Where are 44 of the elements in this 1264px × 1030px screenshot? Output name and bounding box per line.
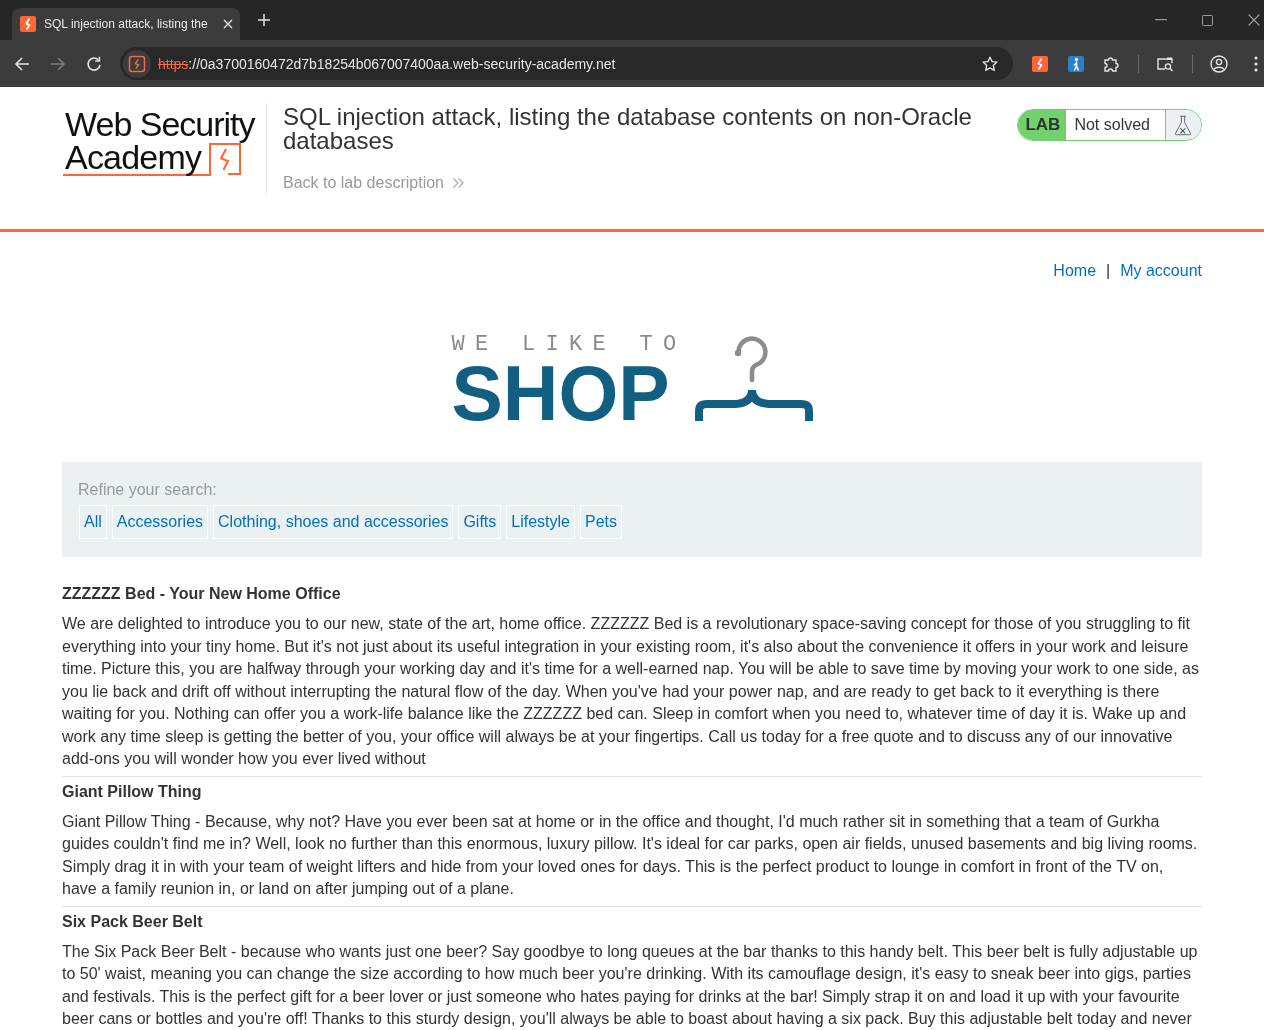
nav-link[interactable]: Home [1053,262,1097,280]
product-description: The Six Pack Beer Belt - because who wants just one beer? Say goodbye to long queues at the bar thanks to this handy belt. This beer belt is fully adjustable up to 50' waist, meaning you can change the size according to how much beer you're drinking. With its camouflage design, it's easy to sneak beer into gigs, parties and festivals. This is the perfect gift for a beer lover or just someone who hates paying for drinks at the bar! Simply strap it on and load it up with your favourite beer cans or bottles and you're off! Thanks to this sturdy design, you'll always be able to boast about having a six pack. Buy this adjustable belt today and never [62,941,1199,1029]
lightning-bolt-icon[interactable] [1032,55,1048,72]
filter-label: Refine your search: [78,481,217,499]
shop-logo-tagline: WE LIKE TO [451,334,687,356]
browser-tab[interactable]: SQL injection attack, listing the [12,8,240,40]
minimize-icon[interactable] [1155,19,1167,21]
profile-icon[interactable] [1210,54,1228,73]
filter-button[interactable]: All [79,505,107,539]
filter-button[interactable]: Accessories [111,505,209,539]
logo-text: Academy [63,141,210,176]
back-icon[interactable] [14,55,30,72]
product-title: Giant Pillow Thing [62,781,202,802]
back-link[interactable]: Back to lab description [283,174,464,192]
logo-text: Web Security [65,108,255,141]
nav-separator: | [1106,262,1111,280]
nav-link[interactable]: My account [1120,262,1202,280]
chevron-icon [452,177,464,189]
lightning-bolt-icon[interactable] [123,49,151,78]
filter-button[interactable]: Clothing, shoes and accessories [213,505,454,539]
close-icon[interactable] [1248,14,1260,26]
filter-button[interactable]: Pets [580,505,622,539]
lightning-bolt-icon [20,16,36,32]
person-icon[interactable] [1068,55,1084,72]
address-bar[interactable]: https://0a3700160472d7b18254b067007400aa.web-security-academy.net [120,47,1013,80]
filter-button[interactable]: Lifestyle [506,505,575,539]
hanger-icon [694,335,813,423]
lab-title: SQL injection attack, listing the database contents on non-Oracle databases [283,105,973,153]
puzzle-icon[interactable] [1102,54,1120,73]
product-title: ZZZZZZ Bed - Your New Home Office [62,584,341,604]
filter-button[interactable]: Gifts [458,505,502,539]
star-icon[interactable] [982,55,998,72]
product-description: We are delighted to introduce you to our new, state of the art, home office. ZZZZZZ Bed is a revolutionary space-saving concept for those of you struggling to fit everything into your tiny home. But it's not just about its useful integration in your existing room, it's also about the convenience it offers in your work and leisure time. Picture this, you are halfway through your working day and it's time for a well-earned nap. You will be able to save time by moving your work to one side, as you lie back and drift off without interrupting the natural flow of the day. When you've had your power nap, and are ready to get back to it everything is there waiting for you. Nothing can offer you a work-life balance like the ZZZZZZ bed can. Sleep in comfort when you need to, whatever time of day it is. Wake up and work any time sleep is getting the better of you, your office will always be at your fingertips. Call us today for a free quote and to discuss any of our innovative add-ons you will wonder how you ever lived without [62,614,1200,769]
plus-icon[interactable] [258,14,270,26]
forward-icon[interactable] [50,55,66,72]
maximize-icon[interactable] [1202,14,1213,26]
product-description: Giant Pillow Thing - Because, why not? Have you ever been sat at home or in the office and thought, I'd much rather sit in something that a team of Gurkha guides couldn't find me in? Well, look no further than this enormous, luxury pillow. It's ideal for car parks, open air fields, unused basements and big living rooms. Simply drag it in with your team of weight lifters and hide from your loved ones for days. This is the perfect product to lounge in comfort in front of the TV on, have a family reunion in, or land on after jumping out of a plane. [62,811,1199,899]
reload-icon[interactable] [86,55,102,72]
shop-logo-text: SHOP [451,355,670,432]
screen-search-icon[interactable] [1156,55,1174,72]
product-title: Six Pack Beer Belt [62,911,203,932]
menu-icon[interactable] [1254,55,1258,72]
lightning-bolt-icon [209,143,242,176]
lab-label: LAB [1018,110,1067,140]
